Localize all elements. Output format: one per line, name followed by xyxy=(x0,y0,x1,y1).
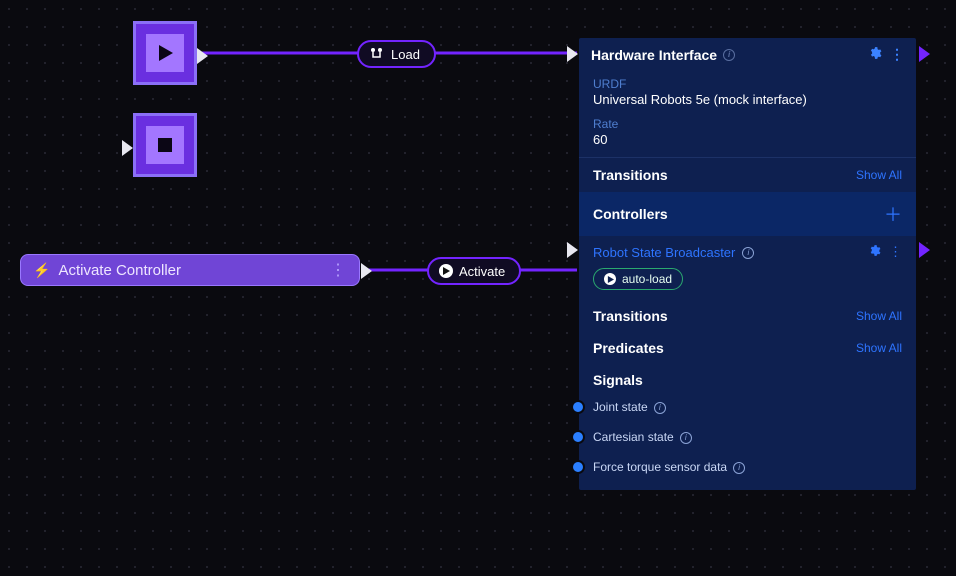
signal-info-icon[interactable]: i xyxy=(733,461,745,474)
panel-title-info-icon[interactable]: i xyxy=(723,48,735,61)
edge-label-activate-text: Activate xyxy=(459,264,505,279)
add-controller-button[interactable]: ＋ xyxy=(884,201,902,227)
stop-node[interactable] xyxy=(133,113,197,177)
signal-label: Joint state xyxy=(593,400,648,414)
field-rate-label: Rate xyxy=(593,117,902,131)
signal-label: Cartesian state xyxy=(593,430,674,444)
play-node-output-port[interactable] xyxy=(197,48,208,64)
signal-port[interactable] xyxy=(571,430,585,444)
signal-info-icon[interactable]: i xyxy=(654,401,666,414)
rsb-predicates-section: Predicates Show All xyxy=(579,332,916,364)
panel-title: Hardware Interface xyxy=(591,47,717,63)
controllers-title: Controllers xyxy=(593,206,668,222)
panel-header: Hardware Interface i ⋮ xyxy=(579,38,916,71)
edge-label-activate[interactable]: Activate xyxy=(427,257,521,285)
rsb-transitions-section: Transitions Show All xyxy=(579,300,916,332)
rsb-input-port[interactable] xyxy=(567,242,578,258)
auto-load-chip[interactable]: auto-load xyxy=(593,268,683,290)
play-icon xyxy=(155,43,175,63)
auto-load-label: auto-load xyxy=(622,272,672,286)
signal-label: Force torque sensor data xyxy=(593,460,727,474)
edge-label-load[interactable]: Load xyxy=(357,40,436,68)
bolt-icon: ⚡ xyxy=(33,262,50,279)
activate-controller-output-port[interactable] xyxy=(361,263,372,279)
activate-play-icon xyxy=(439,264,453,278)
panel-hw-input-port[interactable] xyxy=(567,46,578,62)
rsb-gear-icon[interactable] xyxy=(868,244,881,260)
activate-controller-node[interactable]: ⚡ Activate Controller ⋮ xyxy=(20,254,360,286)
signal-port[interactable] xyxy=(571,400,585,414)
rsb-header: Robot State Broadcaster i ⋮ xyxy=(579,236,916,264)
signal-port[interactable] xyxy=(571,460,585,474)
rsb-title: Robot State Broadcaster xyxy=(593,245,735,260)
rsb-info-icon[interactable]: i xyxy=(739,246,754,259)
gear-icon[interactable] xyxy=(868,46,882,63)
edge-label-load-text: Load xyxy=(391,47,420,62)
panel-menu-icon[interactable]: ⋮ xyxy=(890,46,904,63)
hardware-interface-panel: Hardware Interface i ⋮ URDF Universal Ro… xyxy=(579,38,916,490)
rsb-signals-title: Signals xyxy=(593,372,643,388)
controllers-section: Controllers ＋ xyxy=(579,192,916,236)
auto-load-play-icon xyxy=(604,273,616,285)
stop-icon xyxy=(156,136,174,154)
field-urdf-value: Universal Robots 5e (mock interface) xyxy=(593,92,902,107)
rsb-transitions-title: Transitions xyxy=(593,308,668,324)
activate-controller-title: Activate Controller xyxy=(58,262,181,279)
rsb-output-port[interactable] xyxy=(919,242,930,258)
signal-info-icon[interactable]: i xyxy=(680,431,692,444)
activate-controller-menu[interactable]: ⋮ xyxy=(330,260,347,280)
field-urdf-label: URDF xyxy=(593,77,902,91)
rsb-predicates-show-all[interactable]: Show All xyxy=(856,341,902,355)
stop-node-input-port[interactable] xyxy=(122,140,133,156)
signal-row: Joint state i xyxy=(579,392,916,422)
rsb-menu-icon[interactable]: ⋮ xyxy=(889,244,902,260)
signal-row: Cartesian state i xyxy=(579,422,916,452)
field-rate: Rate 60 xyxy=(579,111,916,157)
stop-node-inner xyxy=(146,126,184,164)
rsb-signals-section: Signals xyxy=(579,364,916,392)
play-node[interactable] xyxy=(133,21,197,85)
play-node-inner xyxy=(146,34,184,72)
load-icon xyxy=(369,46,385,62)
rsb-predicates-title: Predicates xyxy=(593,340,664,356)
field-urdf: URDF Universal Robots 5e (mock interface… xyxy=(579,71,916,111)
hw-transitions-title: Transitions xyxy=(593,167,668,183)
rsb-transitions-show-all[interactable]: Show All xyxy=(856,309,902,323)
hw-transitions-section: Transitions Show All xyxy=(579,157,916,192)
field-rate-value: 60 xyxy=(593,132,902,147)
panel-hw-output-port[interactable] xyxy=(919,46,930,62)
hw-transitions-show-all[interactable]: Show All xyxy=(856,168,902,182)
signal-row: Force torque sensor data i xyxy=(579,452,916,490)
